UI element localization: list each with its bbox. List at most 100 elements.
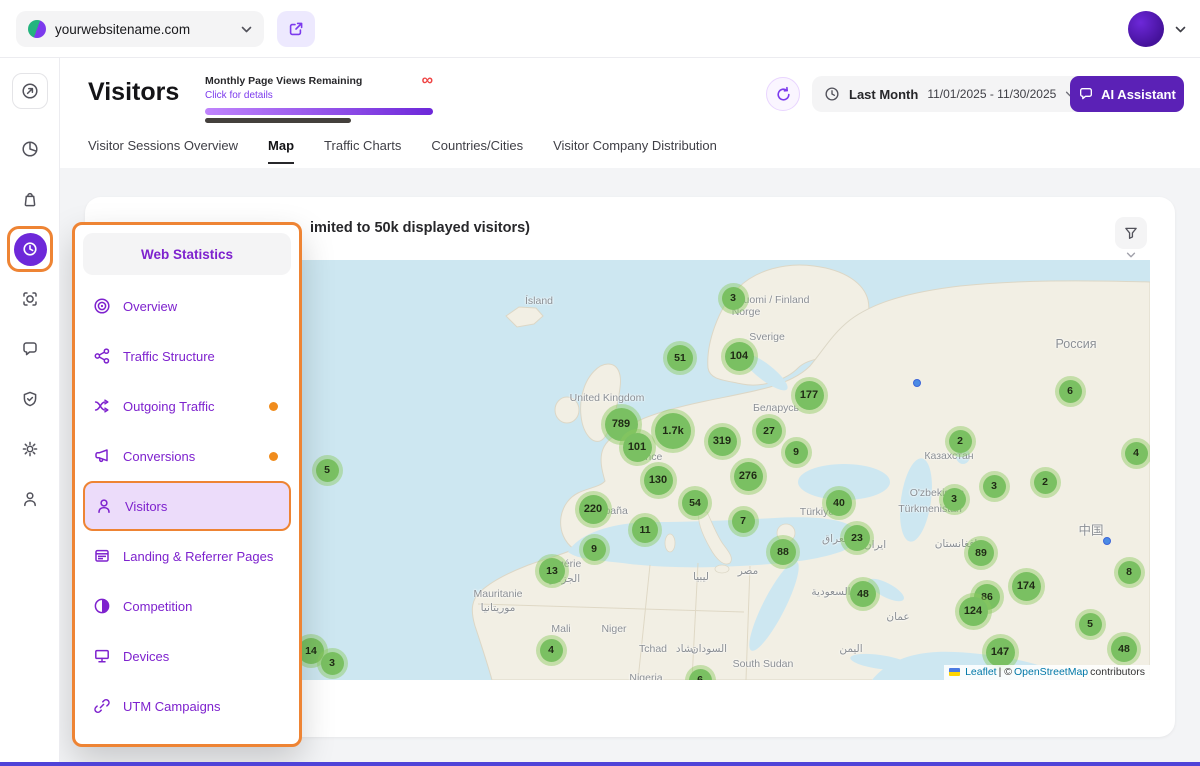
date-range-selector[interactable]: Last Month 11/01/2025 - 11/30/2025: [812, 76, 1087, 112]
tab-visitor-sessions-overview[interactable]: Visitor Sessions Overview: [88, 138, 238, 164]
menu-item-devices[interactable]: Devices: [83, 631, 291, 681]
map-cluster-marker[interactable]: 40: [826, 490, 852, 516]
tab-visitor-company-distribution[interactable]: Visitor Company Distribution: [553, 138, 717, 164]
ai-assistant-button[interactable]: AI Assistant: [1070, 76, 1184, 112]
map-cluster-marker[interactable]: 6: [1059, 380, 1082, 403]
map-cluster-marker[interactable]: 174: [1012, 572, 1041, 601]
app-window: yourwebsitename.com: [0, 0, 1200, 766]
map-cluster-marker[interactable]: 1.7k: [655, 413, 691, 449]
refresh-button[interactable]: [766, 77, 800, 111]
chat-icon[interactable]: [21, 340, 39, 358]
scan-icon[interactable]: [21, 290, 39, 308]
conversions-icon: [93, 447, 111, 465]
map-cluster-marker[interactable]: 5: [1079, 613, 1102, 636]
map-cluster-marker[interactable]: 104: [725, 342, 754, 371]
map-cluster-marker[interactable]: 5: [316, 459, 339, 482]
navigate-icon[interactable]: [12, 73, 48, 109]
menu-item-traffic-structure[interactable]: Traffic Structure: [83, 331, 291, 381]
map-cluster-marker[interactable]: 88: [770, 539, 796, 565]
traffic-structure-icon: [93, 347, 111, 365]
map-place-label: Ísland: [525, 295, 553, 307]
map-cluster-marker[interactable]: 27: [756, 418, 782, 444]
map-cluster-marker[interactable]: 4: [1125, 442, 1148, 465]
map-filter-button[interactable]: [1115, 217, 1147, 249]
user-location-icon[interactable]: [21, 490, 39, 508]
menu-item-overview[interactable]: Overview: [83, 281, 291, 331]
external-link-icon: [287, 20, 305, 38]
map-cluster-marker[interactable]: 3: [321, 652, 344, 675]
map-cluster-marker[interactable]: 51: [667, 345, 693, 371]
map-cluster-marker[interactable]: 9: [785, 441, 808, 464]
map-cluster-marker[interactable]: 3: [943, 488, 966, 511]
map-cluster-marker[interactable]: 11: [632, 517, 658, 543]
leaflet-link[interactable]: Leaflet: [965, 666, 997, 678]
menu-item-competition[interactable]: Competition: [83, 581, 291, 631]
map-place-label: ليبيا: [693, 571, 709, 583]
map-cluster-marker[interactable]: 220: [579, 495, 608, 524]
menu-item-utm-campaigns[interactable]: UTM Campaigns: [83, 681, 291, 731]
openstreetmap-link[interactable]: OpenStreetMap: [1014, 666, 1088, 678]
map-cluster-marker[interactable]: 147: [986, 638, 1015, 667]
map-place-label: South Sudan: [733, 658, 794, 670]
period-label: Last Month: [849, 87, 918, 102]
site-selector-label: yourwebsitename.com: [55, 22, 190, 37]
map-place-label: مصر: [738, 565, 759, 577]
map-place-label: Беларусь: [753, 402, 799, 414]
menu-item-label: Visitors: [125, 499, 167, 514]
map-cluster-marker[interactable]: 3: [722, 287, 745, 310]
open-site-button[interactable]: [277, 11, 315, 47]
filter-chevron-down-icon[interactable]: [1126, 252, 1136, 258]
map-cluster-marker[interactable]: 2: [1034, 471, 1057, 494]
main-area: Visitors Monthly Page Views Remaining ∞ …: [60, 58, 1200, 766]
shield-icon[interactable]: [21, 390, 39, 408]
menu-item-label: Devices: [123, 649, 169, 664]
sidebar-item-web-statistics[interactable]: [7, 226, 53, 272]
map-cluster-marker[interactable]: 7: [732, 510, 755, 533]
map-cluster-marker[interactable]: 177: [795, 381, 824, 410]
quota-details-link[interactable]: Click for details: [205, 90, 433, 101]
map-cluster-marker[interactable]: 2: [949, 430, 972, 453]
site-selector[interactable]: yourwebsitename.com: [16, 11, 264, 47]
avatar[interactable]: [1128, 11, 1164, 47]
map-cluster-marker[interactable]: 124: [959, 597, 988, 626]
map-cluster-marker[interactable]: 130: [644, 466, 673, 495]
shopping-bag-icon[interactable]: [21, 190, 39, 208]
map-cluster-marker[interactable]: 13: [539, 558, 565, 584]
competition-icon: [93, 597, 111, 615]
settings-gear-icon[interactable]: [21, 440, 39, 458]
map-place-label: Niger: [601, 623, 626, 635]
pie-chart-icon[interactable]: [21, 140, 39, 158]
map-cluster-marker[interactable]: 54: [682, 490, 708, 516]
menu-item-outgoing-traffic[interactable]: Outgoing Traffic: [83, 381, 291, 431]
tab-countries-cities[interactable]: Countries/Cities: [431, 138, 523, 164]
map-single-marker[interactable]: [1103, 537, 1111, 545]
visitors-icon: [95, 497, 113, 515]
map-cluster-marker[interactable]: 101: [623, 433, 652, 462]
tab-map[interactable]: Map: [268, 138, 294, 164]
map-cluster-marker[interactable]: 23: [844, 525, 870, 551]
quota-block: Monthly Page Views Remaining ∞ Click for…: [205, 75, 433, 123]
refresh-icon: [775, 86, 792, 103]
web-statistics-menu: Web Statistics Overview Traffic Structur…: [72, 222, 302, 747]
map-place-label: Nigeria: [629, 672, 662, 680]
map-cluster-marker[interactable]: 48: [1111, 636, 1137, 662]
map-place-label: Mauritanie: [473, 588, 522, 600]
map-cluster-marker[interactable]: 319: [708, 427, 737, 456]
avatar-chevron-down-icon[interactable]: [1175, 26, 1186, 33]
map-cluster-marker[interactable]: 276: [734, 462, 763, 491]
map-cluster-marker[interactable]: 8: [1118, 561, 1141, 584]
map-cluster-marker[interactable]: 89: [968, 540, 994, 566]
map-cluster-marker[interactable]: 4: [540, 639, 563, 662]
map-single-marker[interactable]: [913, 379, 921, 387]
notification-dot: [269, 452, 278, 461]
menu-item-conversions[interactable]: Conversions: [83, 431, 291, 481]
menu-item-landing-referrer-pages[interactable]: Landing & Referrer Pages: [83, 531, 291, 581]
menu-item-visitors[interactable]: Visitors: [83, 481, 291, 531]
map-place-label: Казахстан: [924, 450, 973, 462]
map-card-title: imited to 50k displayed visitors): [310, 220, 530, 236]
map-cluster-marker[interactable]: 9: [583, 538, 606, 561]
map-cluster-marker[interactable]: 48: [850, 581, 876, 607]
map-cluster-marker[interactable]: 3: [983, 475, 1006, 498]
menu-item-label: Overview: [123, 299, 177, 314]
tab-traffic-charts[interactable]: Traffic Charts: [324, 138, 401, 164]
